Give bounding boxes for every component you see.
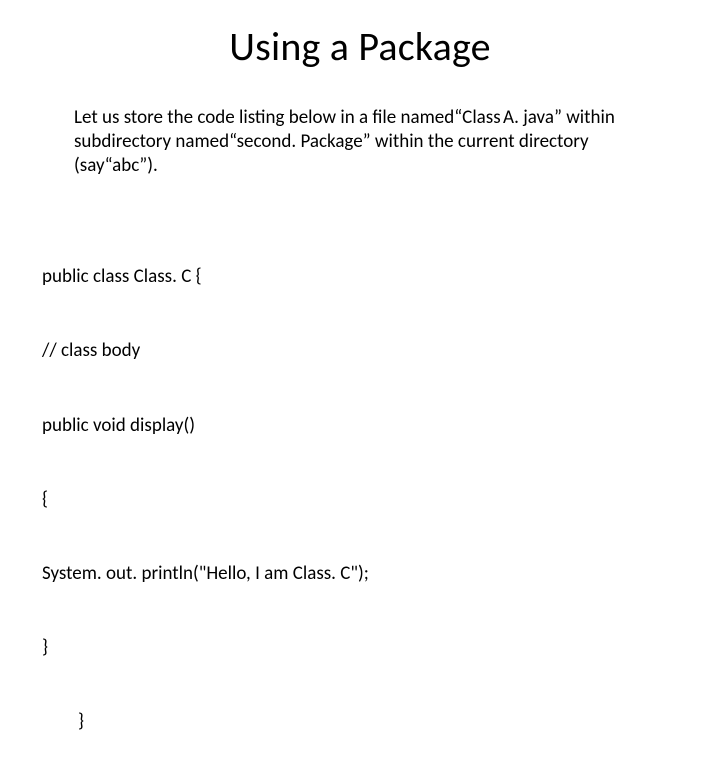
code-listing: public class Class. C { // class body pu… (42, 216, 682, 784)
code-line: public class Class. C { (42, 265, 682, 290)
code-line: public void display() (42, 414, 682, 439)
code-line: System. out. println("Hello, I am Class.… (42, 562, 682, 587)
slide: Using a Package Let us store the code li… (0, 0, 720, 540)
slide-title: Using a Package (0, 22, 720, 71)
code-line: // class body (42, 339, 682, 364)
slide-body: Let us store the code listing below in a… (74, 106, 674, 177)
code-line: { (42, 488, 682, 513)
code-line: } (42, 710, 682, 735)
code-line: } (42, 636, 682, 661)
